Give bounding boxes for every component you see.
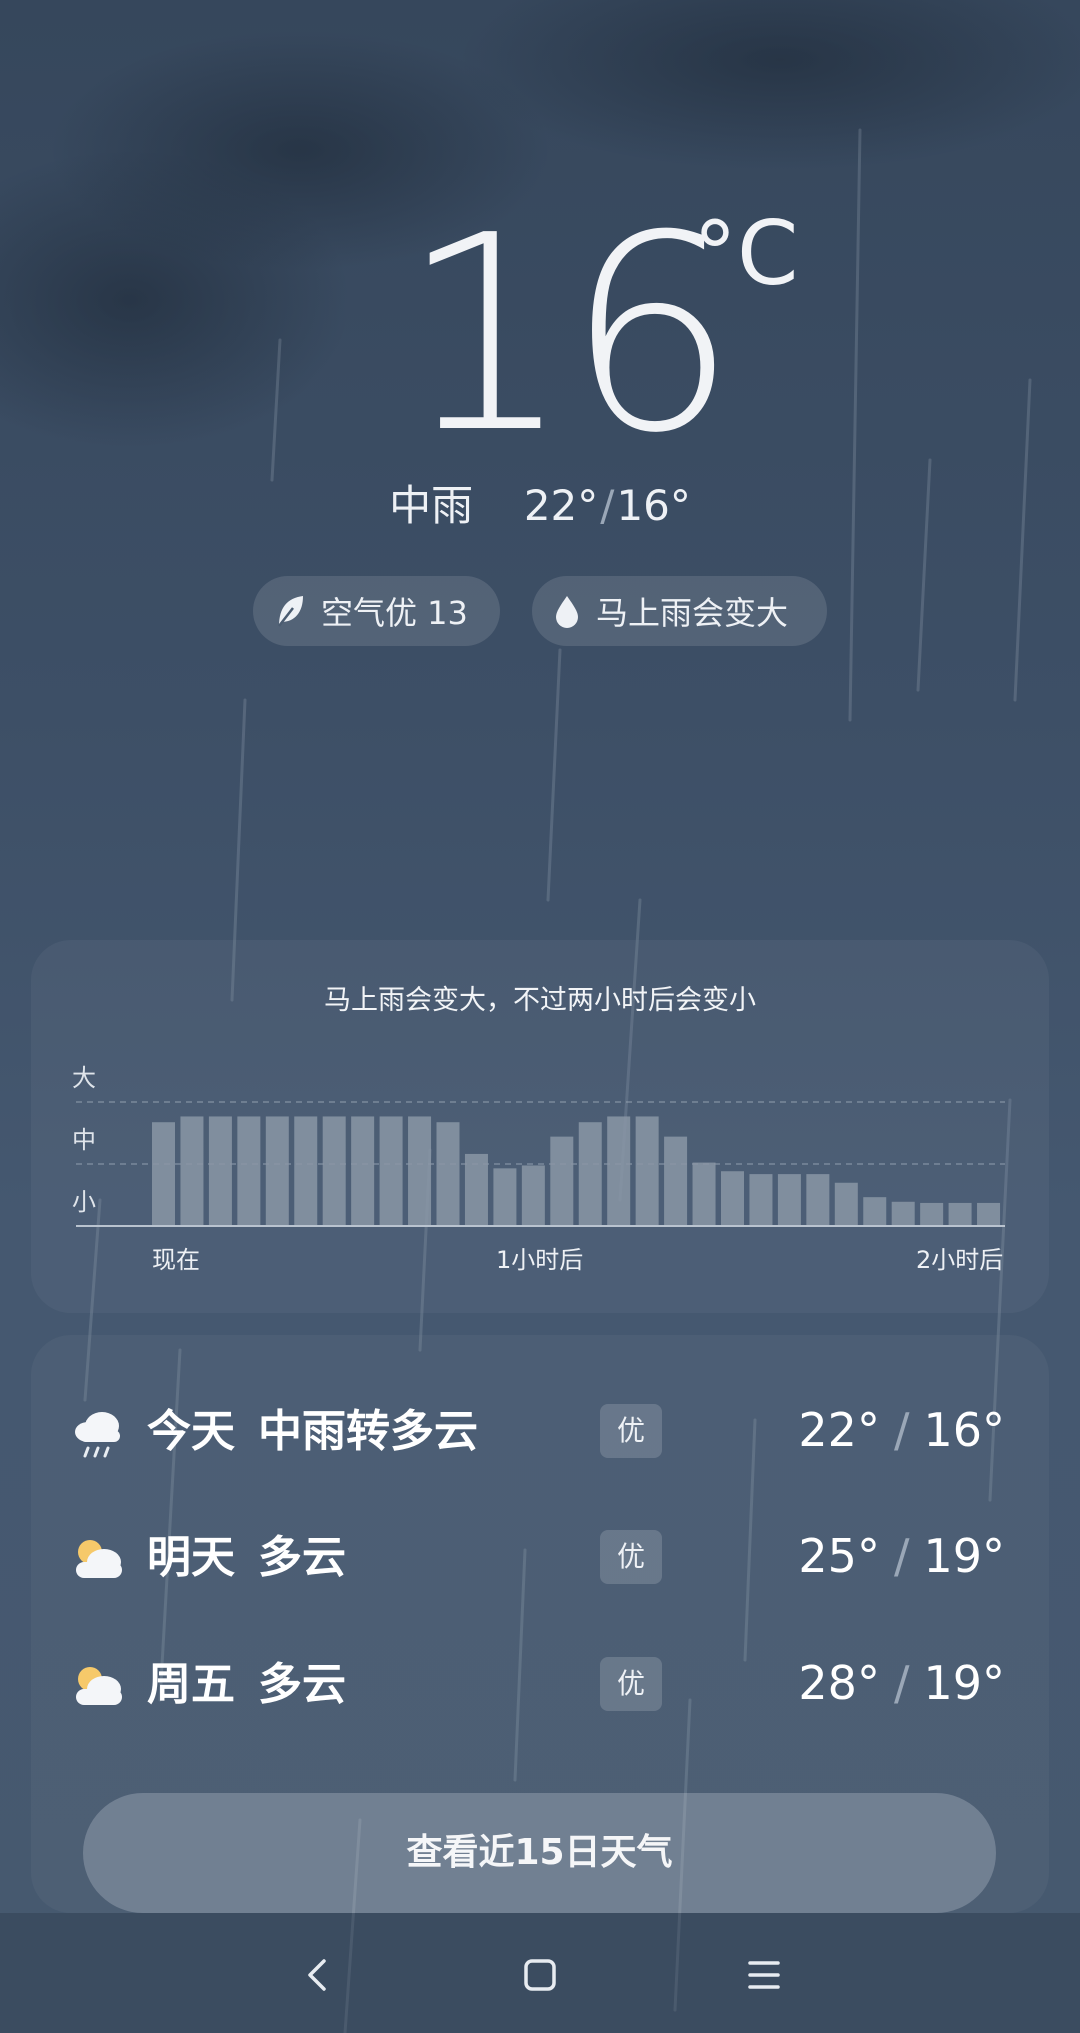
forecast-high: 25° <box>798 1529 880 1583</box>
forecast-desc: 多云 <box>258 1532 346 1583</box>
forecast-low: 19° <box>923 1656 1005 1710</box>
back-icon[interactable] <box>288 1945 348 2005</box>
rain-bar <box>493 1168 517 1226</box>
forecast-temps: 22°/16° <box>798 1400 1005 1460</box>
rain-bar <box>322 1116 346 1226</box>
current-condition: 中雨 <box>389 481 474 530</box>
rain-alert-label: 马上雨会变大 <box>596 594 789 632</box>
air-quality-label: 空气优 13 <box>321 594 468 632</box>
air-quality-pill[interactable]: 空气优 13 <box>253 576 500 646</box>
rain-bar <box>635 1116 659 1226</box>
rain-intensity-chart <box>76 1101 1005 1227</box>
leaf-icon <box>278 596 303 627</box>
rain-bar <box>294 1116 318 1226</box>
forecast-temps: 25°/19° <box>798 1526 1005 1586</box>
rain-bar <box>834 1182 858 1226</box>
forecast-desc: 中雨转多云 <box>258 1406 478 1457</box>
raindrop-icon <box>556 596 578 628</box>
aqi-badge: 优 <box>600 1657 662 1711</box>
temp-separator: / <box>893 1529 910 1583</box>
forecast-high: 28° <box>798 1656 880 1710</box>
aqi-badge: 优 <box>600 1404 662 1458</box>
forecast-row-friday[interactable]: 周五 多云 优 28°/19° <box>0 1645 1080 1725</box>
forecast-row-tomorrow[interactable]: 明天 多云 优 25°/19° <box>0 1518 1080 1598</box>
forecast-low: 19° <box>923 1529 1005 1583</box>
temp-separator: / <box>893 1403 910 1457</box>
today-high: 22° <box>523 481 599 530</box>
rain-bar <box>863 1197 887 1226</box>
forecast-day: 今天 <box>147 1406 235 1457</box>
forecast-desc: 多云 <box>258 1659 346 1710</box>
rain-bar <box>180 1116 204 1226</box>
rain-bar <box>664 1136 688 1226</box>
forecast-row-today[interactable]: 今天 中雨转多云 优 22°/16° <box>0 1392 1080 1472</box>
partly-cloudy-icon <box>76 1540 122 1578</box>
today-low: 16° <box>616 481 691 530</box>
rain-bar <box>920 1202 944 1226</box>
forecast-low: 16° <box>923 1403 1005 1457</box>
rain-bar <box>578 1122 602 1226</box>
aqi-badge: 优 <box>600 1530 662 1584</box>
menu-icon[interactable] <box>734 1945 794 2005</box>
rain-bar <box>977 1202 1001 1226</box>
rain-bar <box>806 1174 830 1226</box>
rain-cloud-icon <box>75 1412 120 1458</box>
home-icon[interactable] <box>510 1945 570 2005</box>
rain-bar <box>948 1202 972 1226</box>
rain-bar <box>891 1201 915 1226</box>
forecast-temps: 28°/19° <box>798 1653 1005 1713</box>
rain-bar <box>379 1116 403 1226</box>
rain-bar <box>692 1162 716 1226</box>
current-temperature: 16 <box>400 177 738 492</box>
rain-bar <box>436 1122 460 1226</box>
x-label-now: 现在 <box>152 1246 200 1274</box>
rain-bar <box>152 1122 175 1226</box>
rain-bar <box>237 1116 261 1226</box>
forecast-day: 明天 <box>147 1532 235 1583</box>
temp-separator: / <box>893 1656 910 1710</box>
temperature-unit: °C <box>693 202 799 305</box>
x-label-2h: 2小时后 <box>916 1246 1004 1274</box>
rain-bar <box>550 1136 574 1226</box>
rain-bar <box>749 1174 773 1226</box>
rain-bar <box>265 1116 289 1226</box>
rain-bar <box>464 1153 488 1226</box>
rain-bar <box>408 1116 432 1226</box>
partly-cloudy-icon <box>76 1667 122 1705</box>
view-15-day-forecast-button[interactable]: 查看近15日天气 <box>83 1793 996 1913</box>
rain-alert-pill[interactable]: 马上雨会变大 <box>532 576 827 646</box>
forecast-high: 22° <box>798 1403 880 1457</box>
rain-bar <box>208 1116 232 1226</box>
rain-bar <box>521 1165 545 1226</box>
temp-separator: / <box>600 481 615 530</box>
condition-line: 中雨 22°/16° <box>0 478 1080 534</box>
x-label-1h: 1小时后 <box>496 1246 584 1274</box>
forecast-day: 周五 <box>147 1659 235 1710</box>
rain-card-title: 马上雨会变大，不过两小时后会变小 <box>324 985 756 1016</box>
rain-bar <box>351 1116 375 1226</box>
rain-bar <box>721 1171 744 1226</box>
rain-bar <box>777 1174 801 1226</box>
rain-bar <box>607 1116 631 1226</box>
